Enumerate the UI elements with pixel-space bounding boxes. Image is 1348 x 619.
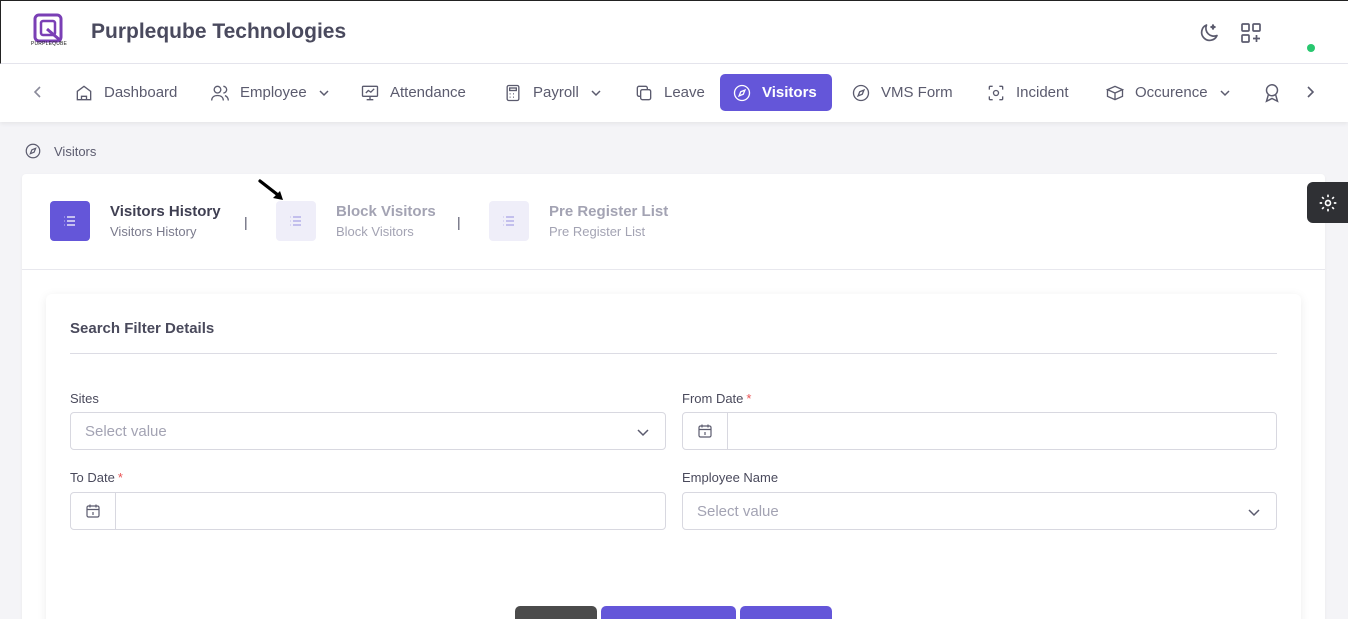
tab-title: Block Visitors xyxy=(336,203,436,220)
moon-icon[interactable] xyxy=(1197,21,1221,45)
top-header: PURPLEQUBE Purpleqube Technologies xyxy=(0,0,1348,64)
to-date-field[interactable] xyxy=(70,492,666,530)
copy-icon xyxy=(636,85,652,100)
award-icon[interactable] xyxy=(1261,82,1283,104)
nav-label: Leave xyxy=(664,84,705,101)
company-logo[interactable] xyxy=(29,13,69,53)
nav-dashboard[interactable]: Dashboard xyxy=(62,74,189,111)
home-icon xyxy=(76,85,92,100)
calculator-icon xyxy=(506,84,520,101)
nav-label: Occurence xyxy=(1135,84,1208,101)
nav-label: Attendance xyxy=(390,84,466,101)
chevron-down-icon xyxy=(1248,509,1260,517)
online-status-dot xyxy=(1307,44,1315,52)
breadcrumb: Visitors xyxy=(24,142,96,160)
presentation-icon xyxy=(361,85,379,100)
tab-subtitle: Visitors History xyxy=(110,224,197,239)
nav-visitors[interactable]: Visitors xyxy=(720,74,832,111)
nav-vms-form[interactable]: VMS Form xyxy=(839,74,965,111)
company-name: Purpleqube Technologies xyxy=(91,20,347,43)
nav-label: Payroll xyxy=(533,84,579,101)
gear-icon xyxy=(1319,194,1336,211)
from-date-field[interactable] xyxy=(682,412,1277,450)
settings-toggle[interactable] xyxy=(1307,182,1348,223)
search-button[interactable] xyxy=(601,606,736,619)
breadcrumb-label: Visitors xyxy=(54,143,97,159)
logo-text: PURPLEQUBE xyxy=(30,41,68,47)
nav-next-arrow-icon[interactable] xyxy=(1300,82,1320,102)
sites-placeholder: Select value xyxy=(85,422,167,440)
tab-pre-register-list[interactable]: Pre Register List Pre Register List xyxy=(489,201,668,241)
boxes-icon xyxy=(1105,85,1125,100)
from-date-label: From Date * xyxy=(682,391,752,406)
compass-icon xyxy=(852,84,870,101)
list-icon xyxy=(489,201,529,241)
export-button[interactable] xyxy=(740,606,832,619)
nav-employee[interactable]: Employee xyxy=(198,74,343,111)
tab-visitors-history[interactable]: Visitors History Visitors History xyxy=(50,201,221,241)
compass-icon xyxy=(733,84,751,101)
calendar-icon[interactable] xyxy=(71,493,116,529)
search-filter-panel: Search Filter Details Sites Select value… xyxy=(46,294,1301,619)
chevron-down-icon xyxy=(591,89,601,96)
nav-occurence[interactable]: Occurence xyxy=(1093,74,1244,111)
tab-separator: | xyxy=(457,214,461,230)
nav-prev-arrow-icon[interactable] xyxy=(28,82,48,102)
employee-name-label: Employee Name xyxy=(682,470,779,485)
chevron-down-icon xyxy=(637,429,649,437)
list-icon xyxy=(50,201,90,241)
chevron-down-icon xyxy=(1220,89,1230,96)
users-icon xyxy=(211,85,229,101)
employee-name-select[interactable]: Select value xyxy=(682,492,1277,530)
to-date-input[interactable] xyxy=(116,493,665,529)
tab-title: Pre Register List xyxy=(549,203,669,220)
nav-label: Incident xyxy=(1016,84,1069,101)
panel-title: Search Filter Details xyxy=(70,320,215,337)
nav-label: Employee xyxy=(240,84,307,101)
main-nav: Dashboard Employee Attendance Payroll Le… xyxy=(0,64,1348,122)
mouse-cursor-icon xyxy=(258,179,283,200)
tab-block-visitors[interactable]: Block Visitors Block Visitors xyxy=(276,201,436,241)
list-icon xyxy=(276,201,316,241)
compass-icon xyxy=(25,143,41,159)
focus-icon xyxy=(988,85,1004,100)
nav-label: Visitors xyxy=(762,84,817,101)
sites-select[interactable]: Select value xyxy=(70,412,666,450)
tab-title: Visitors History xyxy=(110,203,221,220)
visitor-tabs: Visitors History Visitors History | Bloc… xyxy=(22,174,1325,270)
nav-attendance[interactable]: Attendance xyxy=(348,74,478,111)
from-date-input[interactable] xyxy=(728,413,1276,449)
tab-subtitle: Pre Register List xyxy=(549,224,646,239)
tab-separator: | xyxy=(244,214,248,230)
grid-add-icon[interactable] xyxy=(1239,21,1263,45)
tab-subtitle: Block Visitors xyxy=(336,224,414,239)
nav-incident[interactable]: Incident xyxy=(974,74,1081,111)
sites-label: Sites xyxy=(70,391,99,406)
to-date-label: To Date * xyxy=(70,470,123,485)
employee-placeholder: Select value xyxy=(697,502,779,520)
calendar-icon[interactable] xyxy=(683,413,728,449)
nav-payroll[interactable]: Payroll xyxy=(491,74,615,111)
nav-label: Dashboard xyxy=(104,84,178,101)
chevron-down-icon xyxy=(319,89,329,96)
reset-button[interactable] xyxy=(515,606,597,619)
divider xyxy=(70,353,1277,354)
nav-label: VMS Form xyxy=(881,84,953,101)
nav-leave[interactable]: Leave xyxy=(622,74,717,111)
required-mark: * xyxy=(746,391,752,406)
required-mark: * xyxy=(117,470,123,485)
